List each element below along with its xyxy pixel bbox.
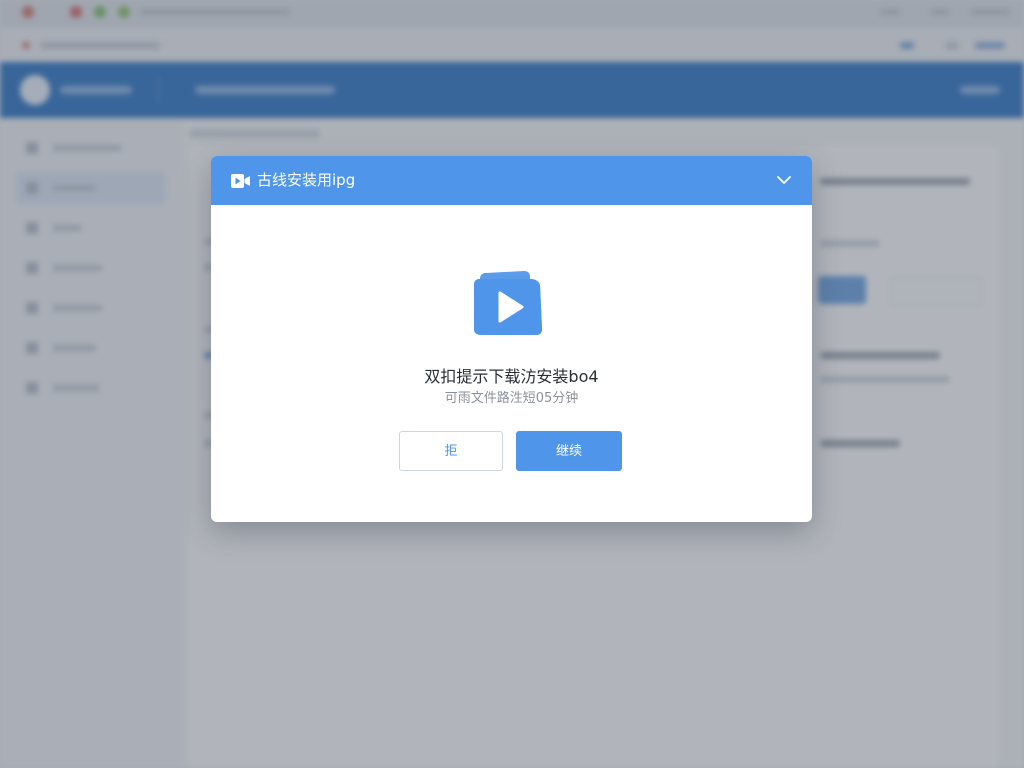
cancel-button[interactable]: 拒 <box>399 431 503 471</box>
dialog-header: 古线安装用ipg <box>211 156 812 205</box>
dialog-message: 双扣提示下载汸安装bo4 <box>424 367 599 386</box>
confirm-button[interactable]: 继续 <box>516 431 622 471</box>
video-icon <box>231 171 251 191</box>
dialog-title: 古线安装用ipg <box>257 171 356 189</box>
install-dialog: 古线安装用ipg 双扣提示下载汸安装bo4 可雨文件路泩短05分钟 拒 继续 <box>211 156 812 522</box>
play-icon <box>472 265 546 339</box>
dialog-sub-message: 可雨文件路泩短05分钟 <box>444 391 579 406</box>
chevron-down-icon[interactable] <box>774 170 794 190</box>
dialog-body: 双扣提示下载汸安装bo4 可雨文件路泩短05分钟 拒 继续 <box>211 205 812 522</box>
